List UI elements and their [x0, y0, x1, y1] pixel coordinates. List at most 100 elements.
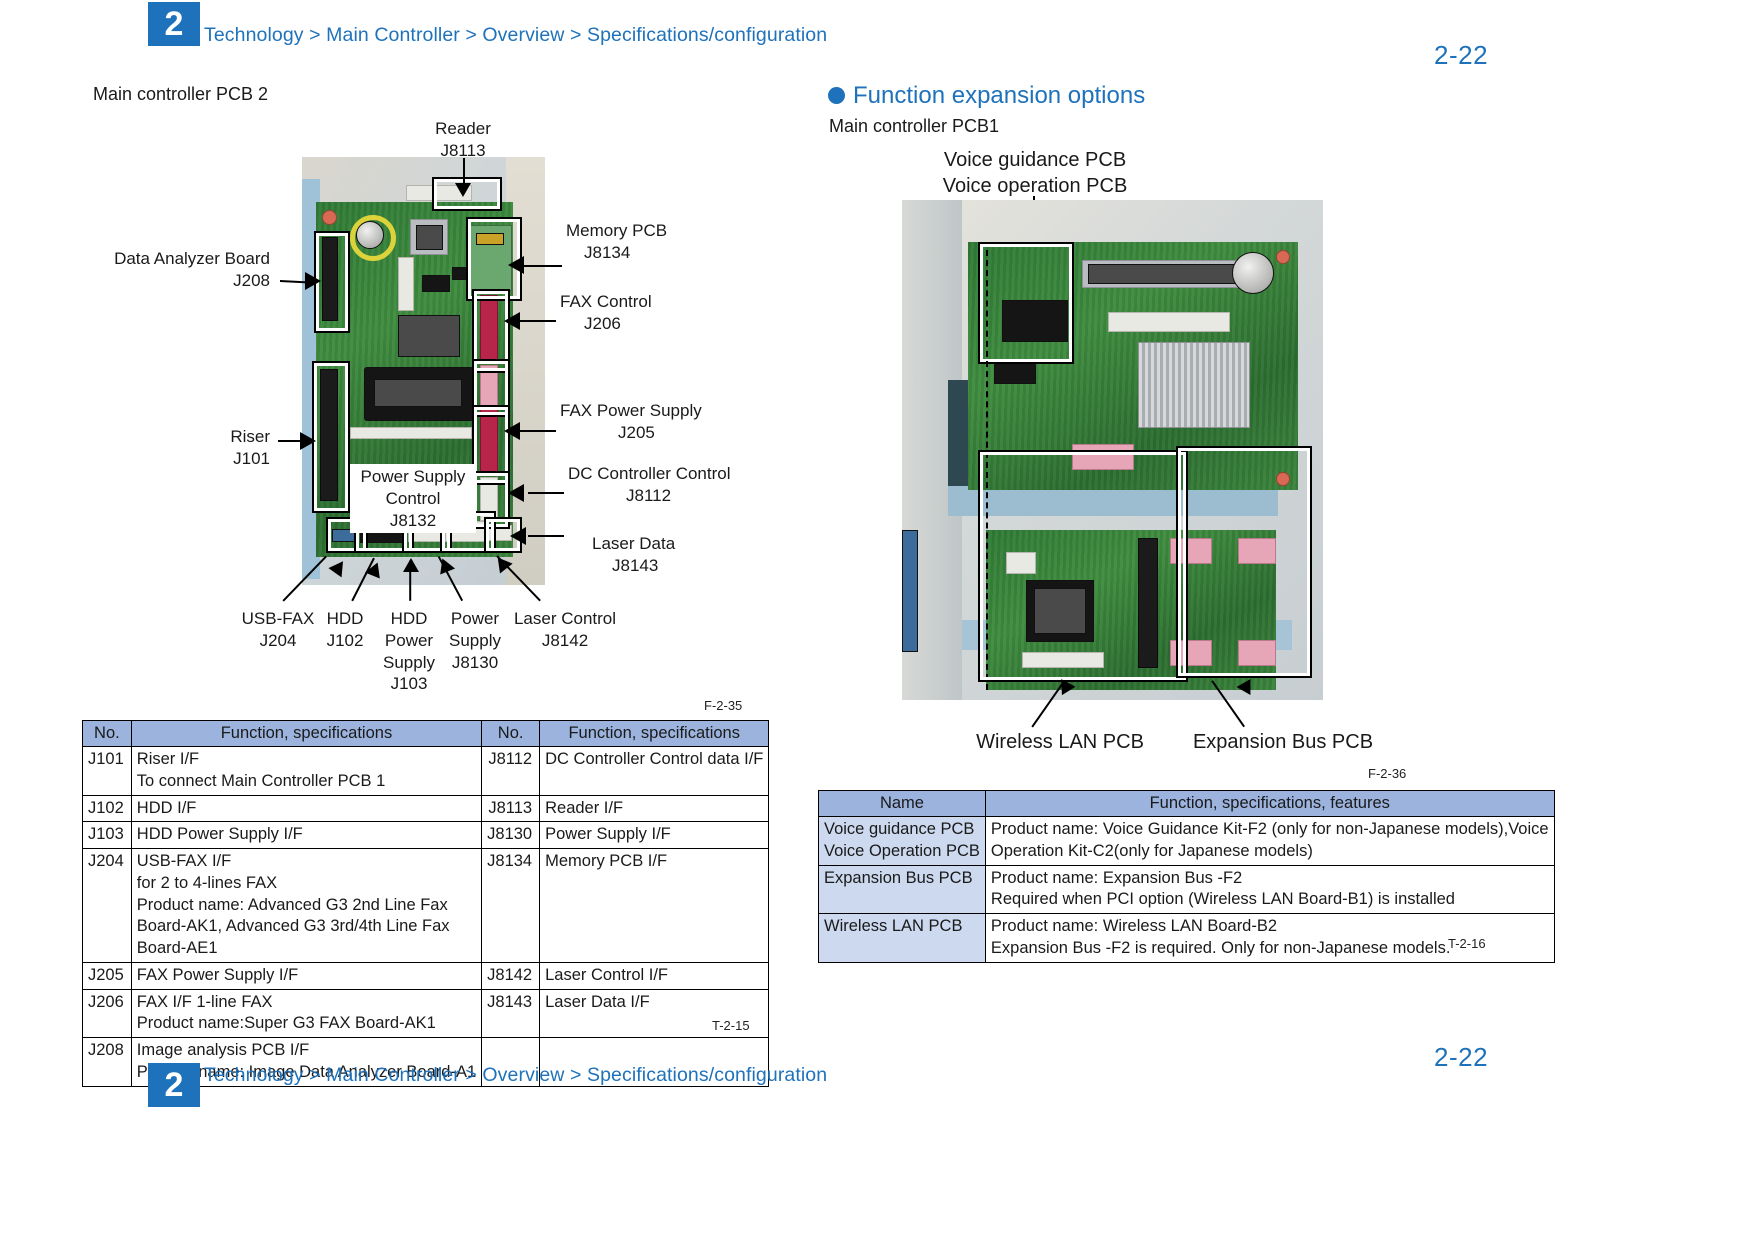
callout-data-analyzer: Data Analyzer Board J208: [110, 248, 270, 292]
col-spec-a: Function, specifications: [130, 720, 483, 747]
page-number-top: 2-22: [1434, 40, 1489, 70]
left-spec-table: No. Function, specifications No. Functio…: [82, 720, 770, 1087]
table-header-row: No. Function, specifications No. Functio…: [82, 720, 770, 747]
callout-power-supply-control: Power Supply Control J8132: [350, 464, 476, 534]
callout-reader-line2: J8113: [440, 140, 486, 160]
callout-ps-line2: Supply: [449, 630, 501, 650]
callout-hddps-line4: J103: [390, 674, 428, 694]
cell-no: J208: [82, 1037, 132, 1087]
callout-laser-data: Laser Data J8143: [592, 533, 675, 577]
section-title-function-expansion: Function expansion options: [853, 82, 1146, 109]
cell-no: J101: [82, 746, 132, 796]
table-row: Wireless LAN PCB Product name: Wireless …: [818, 913, 1555, 963]
callout-voice-pcb: Voice guidance PCB Voice operation PCB: [880, 148, 1190, 199]
cell-spec: Riser I/F To connect Main Controller PCB…: [130, 746, 483, 796]
col-function: Function, specifications, features: [984, 790, 1555, 817]
callout-laser-data-line2: J8143: [612, 555, 659, 575]
callout-laser-data-line1: Laser Data: [592, 534, 676, 553]
page-number-bottom: 2-22: [1434, 1042, 1489, 1072]
cell-spec: USB-FAX I/F for 2 to 4-lines FAX Product…: [130, 848, 483, 963]
left-figure-heading: Main controller PCB 2: [93, 84, 269, 104]
col-spec-b: Function, specifications: [539, 720, 770, 747]
right-spec-table: Name Function, specifications, features …: [818, 790, 1555, 963]
callout-hdd-line1: HDD: [326, 609, 364, 628]
cell-no: J206: [82, 988, 132, 1039]
table-row: J205 FAX Power Supply I/F J8142 Laser Co…: [82, 961, 770, 990]
table-row: J103 HDD Power Supply I/F J8130 Power Su…: [82, 821, 770, 850]
callout-dcc-line1: DC Controller Control: [568, 464, 731, 483]
cell-no: J102: [82, 794, 132, 823]
callout-psc-line1: Power Supply: [360, 467, 466, 486]
cell-name: Voice guidance PCB Voice Operation PCB: [818, 816, 986, 866]
callout-fax-ps-line2: J205: [618, 422, 655, 442]
cell-spec: DC Controller Control data I/F: [539, 746, 770, 796]
table-row: Voice guidance PCB Voice Operation PCB P…: [818, 816, 1555, 866]
cell-no: J8112: [481, 746, 541, 796]
callout-data-analyzer-line1: Data Analyzer Board: [114, 249, 270, 268]
callout-laser-control-line2: J8142: [541, 630, 589, 650]
table-row: J101 Riser I/F To connect Main Controlle…: [82, 746, 770, 796]
col-no-b: No.: [481, 720, 541, 747]
callout-usb-fax-line2: J204: [259, 630, 297, 650]
callout-riser-line2: J101: [233, 448, 270, 468]
breadcrumb-bottom[interactable]: Technology > Main Controller > Overview …: [204, 1064, 827, 1087]
callout-hddps-line3: Supply: [383, 652, 435, 672]
main-controller-pcb1-photo: [902, 200, 1323, 700]
cell-no: J204: [82, 848, 132, 963]
callout-fax-control-line2: J206: [584, 313, 621, 333]
callout-memory-pcb-line2: J8134: [584, 242, 631, 262]
breadcrumb-top[interactable]: Technology > Main Controller > Overview …: [204, 24, 827, 47]
cell-spec: FAX I/F 1-line FAX Product name:Super G3…: [130, 988, 483, 1039]
cell-spec: Reader I/F: [539, 794, 770, 823]
callout-hdd-power-supply: HDD Power Supply J103: [378, 608, 440, 695]
callout-hdd-line2: J102: [326, 630, 364, 650]
highlight-riser: [312, 361, 350, 513]
callout-hdd: HDD J102: [316, 608, 374, 652]
cell-no: J8113: [481, 794, 541, 823]
callout-expansion-bus-pcb: Expansion Bus PCB: [1192, 731, 1374, 753]
col-name: Name: [818, 790, 986, 817]
right-figure-heading: Main controller PCB1: [829, 116, 1000, 136]
highlight-voice-pcb: [978, 242, 1074, 364]
cell-spec: FAX Power Supply I/F: [130, 961, 483, 990]
table-row: J102 HDD I/F J8113 Reader I/F: [82, 794, 770, 823]
callout-memory-pcb-line1: Memory PCB: [566, 221, 668, 240]
cell-no: J8142: [481, 961, 541, 990]
callout-fax-ps-line1: FAX Power Supply: [560, 401, 702, 420]
cell-spec: Product name: Expansion Bus -F2 Required…: [984, 864, 1555, 915]
callout-voice-operation: Voice operation PCB: [942, 174, 1128, 197]
callout-laser-control: Laser Control J8142: [510, 608, 620, 652]
highlight-dc-controller: [472, 405, 510, 485]
cell-spec: Laser Control I/F: [539, 961, 770, 990]
cell-name: Wireless LAN PCB: [818, 913, 986, 963]
chapter-badge-top: 2: [148, 2, 200, 46]
table-header-row: Name Function, specifications, features: [818, 790, 1555, 817]
right-table-caption: T-2-16: [1448, 936, 1486, 951]
callout-riser-line1: Riser: [230, 427, 270, 446]
cell-spec: Power Supply I/F: [539, 821, 770, 850]
cell-name: Expansion Bus PCB: [818, 864, 986, 915]
callout-hddps-line2: Power: [384, 630, 434, 650]
cell-spec: HDD I/F: [130, 794, 483, 823]
cell-spec: Product name: Voice Guidance Kit-F2 (onl…: [984, 816, 1555, 866]
cell-no: J8130: [481, 821, 541, 850]
callout-memory-pcb: Memory PCB J8134: [566, 220, 667, 264]
callout-hddps-line1: HDD: [390, 609, 428, 628]
callout-fax-control: FAX Control J206: [560, 291, 652, 335]
callout-fax-control-line1: FAX Control: [560, 292, 652, 311]
table-row: Expansion Bus PCB Product name: Expansio…: [818, 864, 1555, 915]
callout-psc-line2: Control: [385, 488, 441, 508]
callout-laser-control-line1: Laser Control: [513, 609, 617, 628]
callout-wireless-lan-pcb: Wireless LAN PCB: [976, 731, 1144, 753]
callout-reader: Reader J8113: [398, 118, 528, 162]
left-table-caption: T-2-15: [712, 1018, 750, 1033]
callout-dcc-line2: J8112: [626, 485, 672, 505]
highlight-expansion-bus-pcb: [1176, 446, 1312, 678]
callout-usb-fax: USB-FAX J204: [230, 608, 326, 652]
left-figure-caption: F-2-35: [704, 698, 743, 713]
callout-riser: Riser J101: [150, 426, 270, 470]
callout-reader-line1: Reader: [435, 119, 491, 138]
right-figure-caption: F-2-36: [1368, 766, 1407, 781]
highlight-wireless-lan-pcb: [978, 450, 1188, 682]
cell-spec: Memory PCB I/F: [539, 848, 770, 963]
